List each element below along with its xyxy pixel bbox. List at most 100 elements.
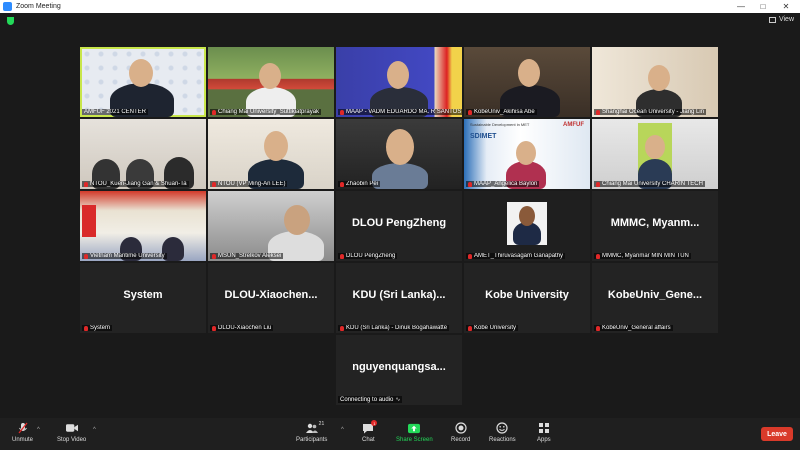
leave-button[interactable]: Leave: [761, 427, 793, 441]
video-tile[interactable]: Chiang Mai University_Suttikiatprayak: [208, 47, 334, 117]
view-label: View: [778, 16, 794, 23]
video-tile[interactable]: AMET_Thiruvasagam Ganapathy: [464, 191, 590, 261]
muted-mic-icon: [340, 109, 344, 115]
participants-icon: 21: [305, 421, 324, 434]
muted-mic-icon: [596, 325, 600, 331]
video-tile[interactable]: Kobe University Kobe University: [464, 263, 590, 333]
participant-name: KDU (Sri Lanka) - Dinuk Bogahawatte: [338, 325, 450, 331]
participant-display-name: DLOU PengZheng: [351, 217, 447, 229]
unmute-button[interactable]: Unmute: [12, 422, 33, 443]
participant-display-name: DLOU-Xiaochen...: [224, 289, 318, 301]
participant-name: KobeUniv_General affairs: [594, 325, 673, 331]
participant-display-name: MMMC, Myanm...: [610, 217, 700, 229]
participant-display-name: System: [123, 289, 163, 301]
reactions-button[interactable]: Reactions: [489, 422, 516, 443]
participant-name: KobeUniv_Akihisa Abe: [466, 109, 537, 115]
participant-name: Zhaobin Pei: [338, 181, 381, 187]
slide-brand: AMFUF: [563, 122, 584, 128]
participant-name: DLOU PengZheng: [338, 253, 398, 259]
close-icon[interactable]: ✕: [775, 0, 797, 13]
zoom-logo-icon: [3, 2, 12, 11]
muted-mic-icon: [212, 325, 216, 331]
chat-icon: 1: [362, 420, 378, 434]
video-tile[interactable]: MMMC, Myanm... MMMC, Myanmar MIN MIN TUN: [592, 191, 718, 261]
slide-title: Sustainable Development in MET: [470, 122, 530, 127]
record-icon: [455, 422, 467, 434]
participant-name: NTOU (VP Ming-An LEE): [210, 181, 288, 187]
muted-mic-icon: [468, 325, 472, 331]
participant-display-name: nguyenquangsa...: [352, 361, 446, 373]
muted-mic-icon: [340, 181, 344, 187]
video-tile[interactable]: nguyenquangsa... Connecting to audio ∿: [336, 335, 462, 405]
view-button[interactable]: View: [768, 16, 794, 23]
participant-name: DLOU-Xiaochen Liu: [210, 325, 274, 331]
muted-mic-icon: [596, 109, 600, 115]
video-tile[interactable]: Vietnam Maritime University: [80, 191, 206, 261]
video-options-chevron-icon[interactable]: ^: [93, 427, 96, 433]
stop-video-button[interactable]: Stop Video: [57, 422, 86, 443]
title-bar: Zoom Meeting: [0, 0, 800, 13]
share-screen-icon: [408, 422, 421, 434]
participant-name: AMFUF 2021 CENTER: [82, 109, 149, 115]
security-shield-icon[interactable]: [7, 17, 14, 25]
apps-grid-icon: [538, 422, 550, 434]
video-tile[interactable]: KDU (Sri Lanka)... KDU (Sri Lanka) - Din…: [336, 263, 462, 333]
participant-name: System: [82, 325, 113, 331]
audio-options-chevron-icon[interactable]: ^: [37, 427, 40, 433]
slide-heading: SDIMET: [470, 133, 497, 140]
minimize-icon[interactable]: —: [730, 0, 752, 13]
participants-count: 21: [318, 421, 325, 427]
muted-mic-icon: [212, 109, 216, 115]
video-tile[interactable]: MSUN_Strelkov Aleksei: [208, 191, 334, 261]
muted-mic-icon: [212, 181, 216, 187]
video-tile[interactable]: KobeUniv_Akihisa Abe: [464, 47, 590, 117]
reactions-smiley-icon: [496, 422, 508, 434]
video-tile[interactable]: NTOU_Kuen-Jiang Gan & Shuan-Ta: [80, 119, 206, 189]
participant-name: Kobe University: [466, 325, 519, 331]
muted-mic-icon: [84, 253, 88, 259]
video-tile[interactable]: MAAP - VADM EDUARDO MA. R SANTOS: [336, 47, 462, 117]
muted-mic-icon: [468, 253, 472, 259]
participant-name: Shanghai Ocean University - Jiang Lin: [594, 109, 707, 115]
maximize-icon[interactable]: □: [752, 0, 774, 13]
video-tile[interactable]: AMFUF 2021 CENTER: [80, 47, 206, 117]
chat-button[interactable]: 1 Chat: [362, 420, 378, 443]
muted-mic-icon: [596, 181, 600, 187]
video-tile[interactable]: Zhaobin Pei: [336, 119, 462, 189]
video-tile[interactable]: KobeUniv_Gene... KobeUniv_General affair…: [592, 263, 718, 333]
meeting-toolbar: Unmute ^ Stop Video ^ 21 Participants ^ …: [0, 418, 800, 450]
participant-display-name: KDU (Sri Lanka)...: [352, 289, 446, 301]
video-tile[interactable]: Chiang Mai University CHARIN TECH: [592, 119, 718, 189]
participant-name: AMET_Thiruvasagam Ganapathy: [466, 253, 566, 259]
participant-name: MMMC, Myanmar MIN MIN TUN: [594, 253, 691, 259]
participant-name: Vietnam Maritime University: [82, 253, 167, 259]
video-tile[interactable]: Sustainable Development in MET AMFUF SDI…: [464, 119, 590, 189]
participant-name: MSUN_Strelkov Aleksei: [210, 253, 284, 259]
muted-mic-icon: [340, 325, 344, 331]
video-tile[interactable]: DLOU PengZheng DLOU PengZheng: [336, 191, 462, 261]
participant-display-name: Kobe University: [485, 289, 569, 301]
video-tile[interactable]: System System: [80, 263, 206, 333]
muted-mic-icon: [468, 181, 472, 187]
participant-name: MAAP - VADM EDUARDO MA. R SANTOS: [338, 109, 462, 115]
muted-mic-icon: [17, 422, 29, 434]
muted-mic-icon: [596, 253, 600, 259]
video-tile[interactable]: DLOU-Xiaochen... DLOU-Xiaochen Liu: [208, 263, 334, 333]
window-title: Zoom Meeting: [16, 3, 61, 10]
muted-mic-icon: [84, 181, 88, 187]
video-tile[interactable]: NTOU (VP Ming-An LEE): [208, 119, 334, 189]
apps-button[interactable]: Apps: [537, 422, 551, 443]
participant-photo: [507, 202, 547, 245]
muted-mic-icon: [212, 253, 216, 259]
muted-mic-icon: [340, 253, 344, 259]
participants-chevron-icon[interactable]: ^: [341, 427, 344, 433]
participant-display-name: KobeUniv_Gene...: [607, 289, 703, 301]
record-button[interactable]: Record: [451, 422, 470, 443]
video-camera-icon: [65, 422, 78, 434]
participant-name: Chiang Mai University_Suttikiatprayak: [210, 109, 322, 115]
participant-name: NTOU_Kuen-Jiang Gan & Shuan-Ta: [82, 181, 189, 187]
grid-view-icon: [768, 16, 776, 23]
participants-button[interactable]: 21 Participants: [296, 421, 327, 443]
share-screen-button[interactable]: Share Screen: [396, 422, 433, 443]
video-tile[interactable]: Shanghai Ocean University - Jiang Lin: [592, 47, 718, 117]
